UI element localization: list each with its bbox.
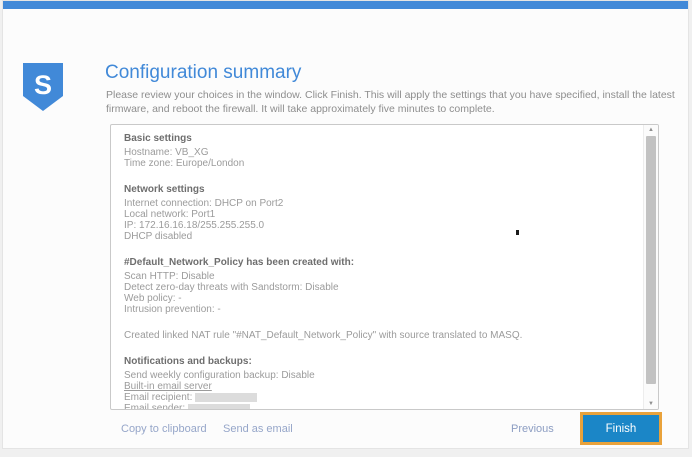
summary-section-title: #Default_Network_Policy has been created… — [124, 257, 636, 268]
page-title: Configuration summary — [105, 62, 301, 84]
summary-line: Intrusion prevention: - — [124, 304, 636, 315]
summary-line-text: Web policy: - — [124, 293, 182, 304]
summary-line: IP: 172.16.16.18/255.255.255.0 — [124, 220, 636, 231]
summary-link-built-in-email-server[interactable]: Built-in email server — [124, 381, 636, 392]
previous-link[interactable]: Previous — [511, 423, 554, 435]
logo-letter: S — [34, 70, 52, 100]
window-top-accent-bar — [3, 1, 688, 9]
summary-line-text: Email sender: — [124, 403, 185, 410]
summary-line: DHCP disabled — [124, 231, 636, 242]
redacted-value — [188, 404, 250, 410]
summary-line-text: Intrusion prevention: - — [124, 304, 221, 315]
summary-line-text: Detect zero-day threats with Sandstorm: … — [124, 282, 339, 293]
summary-section: Notifications and backups: Send weekly co… — [124, 356, 636, 410]
summary-line-text: Created linked NAT rule "#NAT_Default_Ne… — [124, 330, 522, 341]
copy-to-clipboard-link[interactable]: Copy to clipboard — [121, 423, 207, 435]
summary-scrollbar[interactable]: ▲ ▼ — [643, 125, 658, 409]
page-description: Please review your choices in the window… — [106, 88, 681, 116]
summary-line-text: Internet connection: DHCP on Port2 — [124, 198, 283, 209]
summary-line-text: Built-in email server — [124, 381, 212, 392]
summary-section: #Default_Network_Policy has been created… — [124, 257, 636, 315]
summary-content: Basic settings Hostname: VB_XGTime zone: … — [124, 133, 636, 410]
summary-line: Detect zero-day threats with Sandstorm: … — [124, 282, 636, 293]
summary-line-text: Send weekly configuration backup: Disabl… — [124, 370, 315, 381]
summary-line-text: Email recipient: — [124, 392, 192, 403]
summary-line: Time zone: Europe/London — [124, 158, 636, 169]
finish-button[interactable]: Finish — [583, 415, 659, 442]
summary-section: Basic settings Hostname: VB_XGTime zone: … — [124, 133, 636, 169]
redacted-value — [195, 393, 257, 402]
cursor-artifact — [516, 230, 519, 235]
setup-wizard-window: S Configuration summary Please review yo… — [2, 0, 689, 449]
scrollbar-thumb[interactable] — [646, 136, 656, 384]
summary-line-text: IP: 172.16.16.18/255.255.255.0 — [124, 220, 264, 231]
scroll-up-arrow-icon[interactable]: ▲ — [644, 125, 658, 135]
summary-section: Created linked NAT rule "#NAT_Default_Ne… — [124, 330, 636, 341]
summary-line: Hostname: VB_XG — [124, 147, 636, 158]
summary-section-title: Network settings — [124, 184, 636, 195]
scroll-down-arrow-icon[interactable]: ▼ — [644, 399, 658, 409]
summary-line-text: Scan HTTP: Disable — [124, 271, 215, 282]
send-as-email-link[interactable]: Send as email — [223, 423, 293, 435]
summary-line: Internet connection: DHCP on Port2 — [124, 198, 636, 209]
sophos-shield-logo-icon: S — [23, 63, 63, 111]
summary-line-text: DHCP disabled — [124, 231, 192, 242]
summary-line-text: Hostname: VB_XG — [124, 147, 208, 158]
summary-line: Local network: Port1 — [124, 209, 636, 220]
summary-line: Email recipient: — [124, 392, 636, 403]
summary-line: Email sender: — [124, 403, 636, 410]
summary-line: Created linked NAT rule "#NAT_Default_Ne… — [124, 330, 636, 341]
summary-line: Send weekly configuration backup: Disabl… — [124, 370, 636, 381]
configuration-summary-box[interactable]: Basic settings Hostname: VB_XGTime zone: … — [110, 124, 659, 410]
finish-button-highlight-annotation: Finish — [580, 412, 662, 445]
summary-section: Network settings Internet connection: DHC… — [124, 184, 636, 242]
summary-section-title: Basic settings — [124, 133, 636, 144]
summary-section-title: Notifications and backups: — [124, 356, 636, 367]
summary-line-text: Local network: Port1 — [124, 209, 215, 220]
summary-line: Web policy: - — [124, 293, 636, 304]
summary-line-text: Time zone: Europe/London — [124, 158, 244, 169]
summary-line: Scan HTTP: Disable — [124, 271, 636, 282]
